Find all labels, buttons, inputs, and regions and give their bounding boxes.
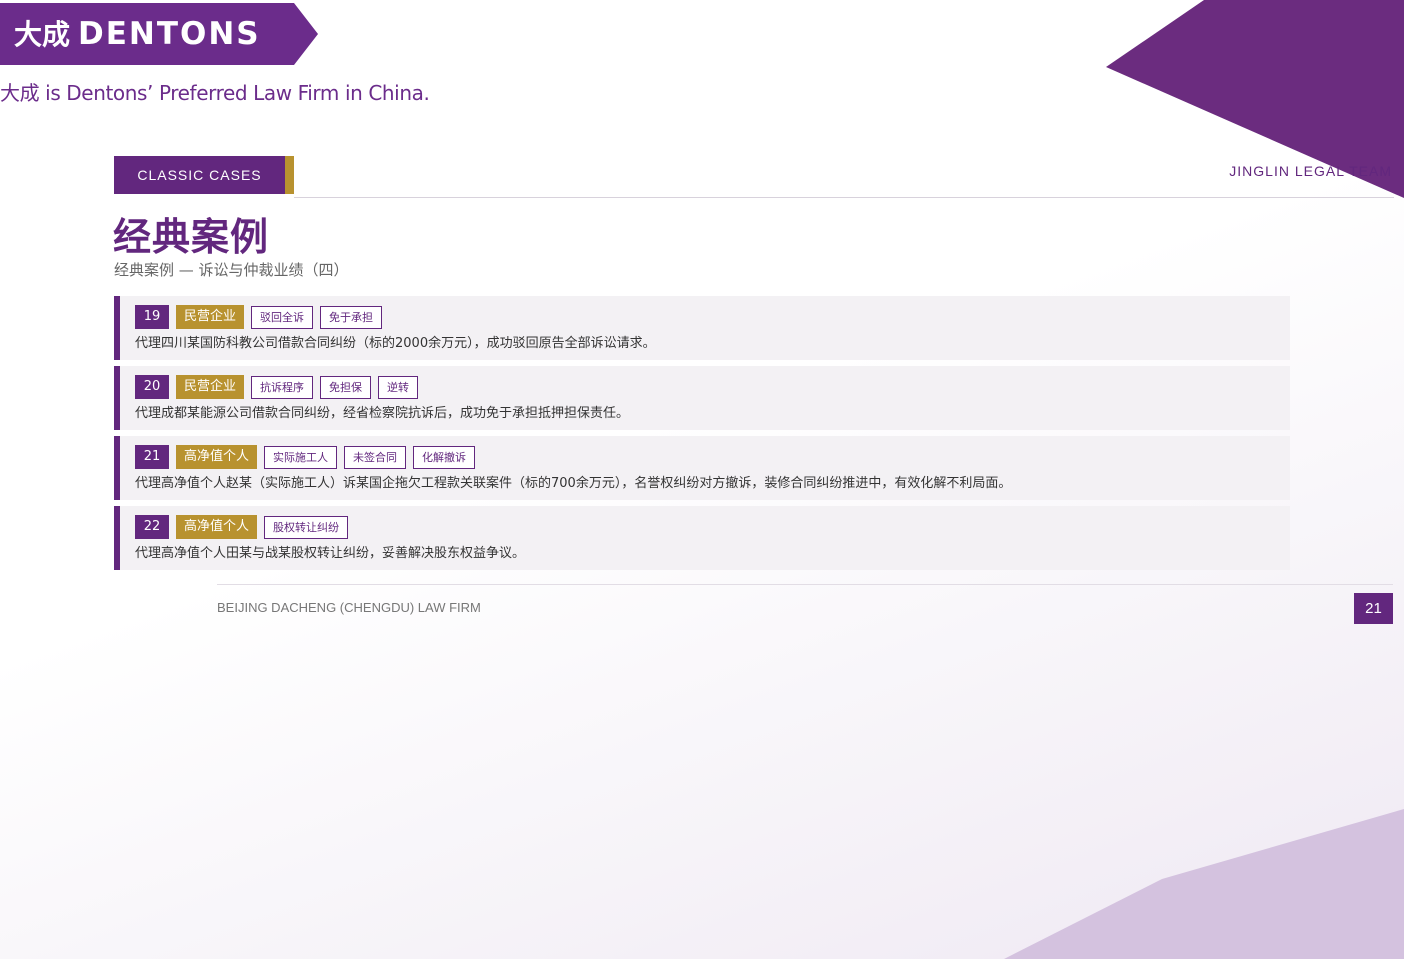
case-header: 20 民营企业 抗诉程序 免担保 逆转 bbox=[135, 375, 419, 399]
case-tag: 免担保 bbox=[320, 375, 372, 399]
case-description: 代理高净值个人田某与战某股权转让纠纷，妥善解决股东权益争议。 bbox=[135, 546, 526, 561]
logo-wordmark: 大成 DENTONS bbox=[14, 3, 261, 65]
case-tag: 驳回全诉 bbox=[251, 305, 314, 329]
dentons-logo: 大成 DENTONS bbox=[0, 3, 318, 65]
case-description: 代理高净值个人赵某（实际施工人）诉某国企拖欠工程款关联案件（标的700余万元），… bbox=[135, 476, 1012, 491]
case-category-badge: 民营企业 bbox=[176, 375, 245, 399]
page-subtitle: 经典案例 — 诉讼与仲裁业绩（四） bbox=[114, 261, 349, 279]
section-label-accent bbox=[285, 156, 294, 194]
case-tag: 未签合同 bbox=[344, 445, 407, 469]
case-tag: 实际施工人 bbox=[264, 445, 338, 469]
case-header: 19 民营企业 驳回全诉 免于承担 bbox=[135, 305, 383, 329]
case-tag: 抗诉程序 bbox=[251, 375, 314, 399]
decorative-shape-bottom-right bbox=[1004, 809, 1404, 959]
case-item: 19 民营企业 驳回全诉 免于承担 代理四川某国防科教公司借款合同纠纷（标的20… bbox=[114, 296, 1290, 360]
case-header: 22 高净值个人 股权转让纠纷 bbox=[135, 515, 349, 539]
section-label: CLASSIC CASES bbox=[114, 156, 285, 194]
case-number-badge: 21 bbox=[135, 445, 169, 469]
logo-en: DENTONS bbox=[78, 16, 261, 52]
case-number-badge: 20 bbox=[135, 375, 169, 399]
case-number-badge: 19 bbox=[135, 305, 169, 329]
case-category-badge: 民营企业 bbox=[176, 305, 245, 329]
case-description: 代理成都某能源公司借款合同纠纷，经省检察院抗诉后，成功免于承担抵押担保责任。 bbox=[135, 406, 630, 421]
case-category-badge: 高净值个人 bbox=[176, 515, 258, 539]
case-tag: 逆转 bbox=[378, 375, 419, 399]
logo-cn: 大成 bbox=[14, 18, 71, 51]
footer-divider bbox=[217, 584, 1393, 585]
case-header: 21 高净值个人 实际施工人 未签合同 化解撤诉 bbox=[135, 445, 476, 469]
case-item: 20 民营企业 抗诉程序 免担保 逆转 代理成都某能源公司借款合同纠纷，经省检察… bbox=[114, 366, 1290, 430]
case-list: 19 民营企业 驳回全诉 免于承担 代理四川某国防科教公司借款合同纠纷（标的20… bbox=[114, 296, 1290, 576]
footer-firm-name: BEIJING DACHENG (CHENGDU) LAW FIRM bbox=[217, 600, 481, 615]
page-title: 经典案例 bbox=[113, 215, 270, 259]
case-tag: 化解撤诉 bbox=[413, 445, 476, 469]
case-category-badge: 高净值个人 bbox=[176, 445, 258, 469]
case-tag: 股权转让纠纷 bbox=[264, 515, 349, 539]
case-number-badge: 22 bbox=[135, 515, 169, 539]
brand-tagline: 大成 is Dentons’ Preferred Law Firm in Chi… bbox=[0, 81, 430, 105]
case-item: 22 高净值个人 股权转让纠纷 代理高净值个人田某与战某股权转让纠纷，妥善解决股… bbox=[114, 506, 1290, 570]
header-divider bbox=[294, 197, 1394, 198]
team-label: JINGLIN LEGAL TEAM bbox=[1229, 163, 1392, 179]
case-tag: 免于承担 bbox=[320, 305, 383, 329]
page-number-badge: 21 bbox=[1354, 593, 1393, 624]
case-item: 21 高净值个人 实际施工人 未签合同 化解撤诉 代理高净值个人赵某（实际施工人… bbox=[114, 436, 1290, 500]
case-description: 代理四川某国防科教公司借款合同纠纷（标的2000余万元），成功驳回原告全部诉讼请… bbox=[135, 336, 656, 351]
